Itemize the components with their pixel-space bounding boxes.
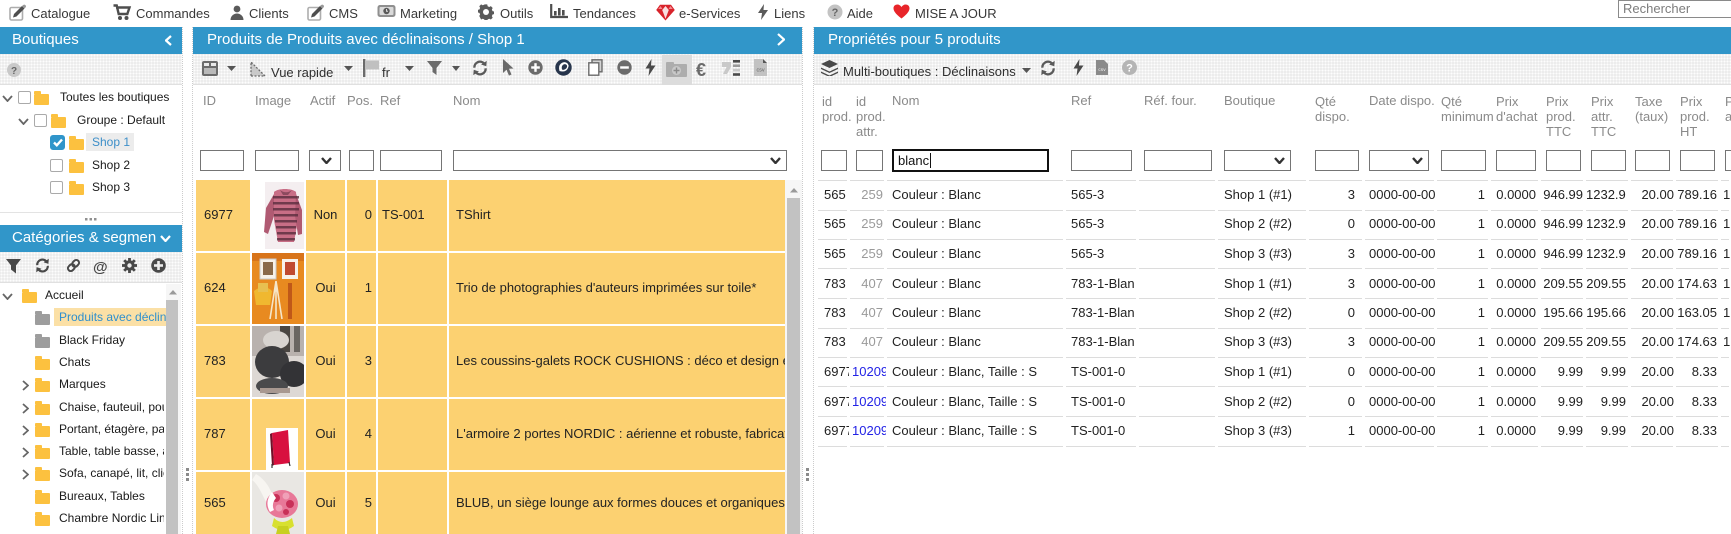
svg-text:?: ? — [832, 7, 839, 19]
svg-text:CSV: CSV — [1098, 69, 1106, 73]
svg-text:CSV: CSV — [756, 68, 764, 74]
svg-text:?: ? — [1126, 63, 1133, 75]
svg-text:?: ? — [11, 66, 17, 77]
